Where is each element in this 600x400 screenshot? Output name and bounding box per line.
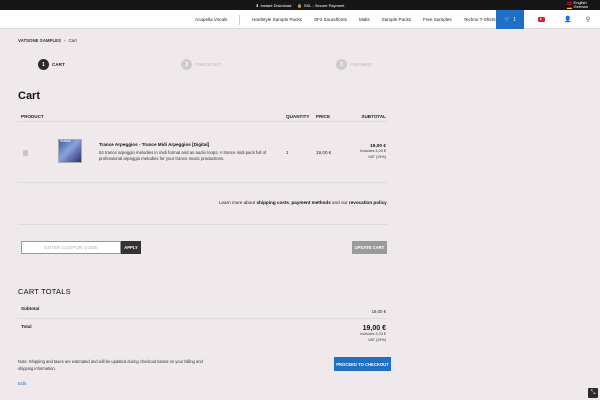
divider — [18, 224, 388, 225]
youtube-icon — [537, 17, 545, 22]
product-vat-line2: VAT (19%) — [368, 154, 386, 159]
step-number: 2 — [181, 59, 192, 70]
main-navbar: Acapella Vocals Hardstyle Sample Packs S… — [0, 10, 600, 29]
product-thumbnail[interactable]: TRANCE — [58, 139, 82, 163]
nav-link-free-samples[interactable]: Free Samples — [423, 17, 452, 22]
product-description: 54 trance arpeggio melodies in midi form… — [99, 150, 267, 161]
subtotal-value: 19,00 € — [371, 309, 386, 314]
step-checkout: 2 CHECKOUT — [181, 59, 221, 70]
user-icon: 👤 — [564, 17, 572, 23]
language-switcher: English German — [567, 1, 588, 9]
top-info-bar: ⬇ Instant Download 🔒 SSL - Secure Paymen… — [0, 0, 600, 10]
header-quantity: QUANTITY — [286, 114, 310, 119]
learn-more-sep2: and our — [330, 200, 349, 205]
breadcrumb-current: Cart — [68, 38, 77, 43]
subtotal-row: Subtotal 19,00 € — [18, 300, 388, 319]
update-cart-button[interactable]: UPDATE CART — [352, 241, 387, 254]
learn-more-text: Learn more about shipping costs, payment… — [219, 200, 388, 205]
product-thumbnail-text: TRANCE — [60, 140, 71, 143]
language-german-label: German — [573, 4, 588, 9]
nav-divider — [239, 14, 240, 25]
shipping-note: Note: Shipping and taxes are estimated a… — [18, 359, 203, 371]
header-product: PRODUCT — [21, 114, 44, 119]
revocation-policy-link[interactable]: revocation policy — [349, 200, 387, 205]
step-label: CHECKOUT — [195, 62, 222, 67]
language-german[interactable]: German — [567, 5, 588, 9]
coupon-code-input[interactable]: ENTER COUPON CODE — [21, 241, 121, 254]
breadcrumb-home[interactable]: VATSONE SAMPLES — [18, 38, 61, 43]
proceed-to-checkout-button[interactable]: PROCEED TO CHECKOUT — [334, 357, 391, 371]
checkout-steps: 1 CART 2 CHECKOUT 3 FINISHED — [38, 59, 378, 71]
germany-flag-icon — [567, 5, 573, 9]
total-value: 19,00 € — [362, 325, 386, 332]
nav-link-sample-packs[interactable]: Sample Packs — [382, 17, 411, 22]
cart-count: 1 — [513, 16, 516, 23]
remove-item-icon[interactable] — [23, 150, 28, 156]
cart-totals-table: Subtotal 19,00 € Total 19,00 € Includes … — [18, 300, 388, 350]
download-icon: ⬇ — [255, 2, 259, 8]
step-finished: 3 FINISHED — [336, 59, 371, 70]
search-icon: ⚲ — [585, 17, 591, 23]
product-price: 19,00 € — [316, 150, 332, 155]
total-vat-line2: VAT (19%) — [368, 337, 386, 342]
total-row: Total 19,00 € Includes 3,03 € VAT (19%) — [18, 320, 388, 350]
nav-link-acapella-vocals[interactable]: Acapella Vocals — [195, 17, 227, 22]
learn-more-suffix: . — [386, 200, 388, 205]
breadcrumb: VATSONE SAMPLES › Cart — [18, 38, 77, 43]
apply-coupon-button[interactable]: APPLY — [121, 241, 141, 254]
uk-flag-icon — [567, 1, 573, 5]
shipping-costs-link[interactable]: shipping costs — [256, 200, 288, 205]
search-button[interactable]: ⚲ — [582, 10, 594, 29]
product-quantity: 1 — [286, 150, 289, 155]
account-button[interactable]: 👤 — [561, 10, 575, 29]
total-label: Total — [21, 324, 32, 329]
cart-totals-title: CART TOTALS — [18, 287, 71, 296]
nav-link-midis[interactable]: Midis — [359, 17, 370, 22]
youtube-button[interactable] — [531, 10, 551, 29]
learn-more-prefix: Learn more about — [218, 200, 257, 205]
resize-icon[interactable]: ⤡ — [588, 388, 598, 398]
nav-links: Acapella Vocals Hardstyle Sample Packs S… — [195, 10, 517, 29]
page-title: Cart — [18, 90, 41, 102]
step-label: CART — [52, 62, 65, 67]
instant-download-label: Instant Download — [260, 2, 292, 8]
product-subtotal: 19,00 € Includes 3,03 € VAT (19%) — [360, 144, 386, 160]
cart-icon: 🛒 — [503, 16, 511, 23]
cart-button[interactable]: 🛒 1 — [496, 10, 524, 29]
breadcrumb-separator-icon: › — [64, 38, 66, 43]
nav-link-hardstyle-sample-packs[interactable]: Hardstyle Sample Packs — [252, 17, 302, 22]
header-price: PRICE — [316, 114, 331, 119]
subtotal-label: Subtotal — [21, 306, 40, 311]
total-values: 19,00 € Includes 3,03 € VAT (19%) — [360, 325, 386, 343]
total-vat-line1: Includes 3,03 € — [360, 332, 386, 336]
nav-link-sf2-soundfonts[interactable]: SF2 Soundfonts — [314, 17, 347, 22]
payment-methods-link[interactable]: payment methods — [291, 200, 330, 205]
header-subtotal: SUBTOTAL — [361, 114, 386, 119]
nav-link-techno-t-shirts[interactable]: Techno T-Shirts — [464, 17, 496, 22]
step-label: FINISHED — [350, 62, 372, 67]
step-number: 1 — [38, 59, 49, 70]
product-name[interactable]: Trance Arpeggios - Trance Midi Arpeggios… — [99, 142, 209, 147]
ssl-secure-item: 🔒 SSL - Secure Payment — [297, 3, 344, 8]
product-vat-line1: Includes 3,03 € — [360, 149, 386, 153]
step-number: 3 — [336, 59, 347, 70]
table-row: TRANCE Trance Arpeggios - Trance Midi Ar… — [18, 131, 388, 183]
lock-icon: 🔒 — [297, 2, 303, 8]
edit-link[interactable]: Edit — [18, 381, 26, 386]
cart-table-header: PRODUCT QUANTITY PRICE SUBTOTAL — [18, 112, 388, 122]
step-cart: 1 CART — [38, 59, 65, 70]
instant-download-item: ⬇ Instant Download — [256, 3, 292, 8]
ssl-secure-label: SSL - Secure Payment — [303, 2, 345, 8]
